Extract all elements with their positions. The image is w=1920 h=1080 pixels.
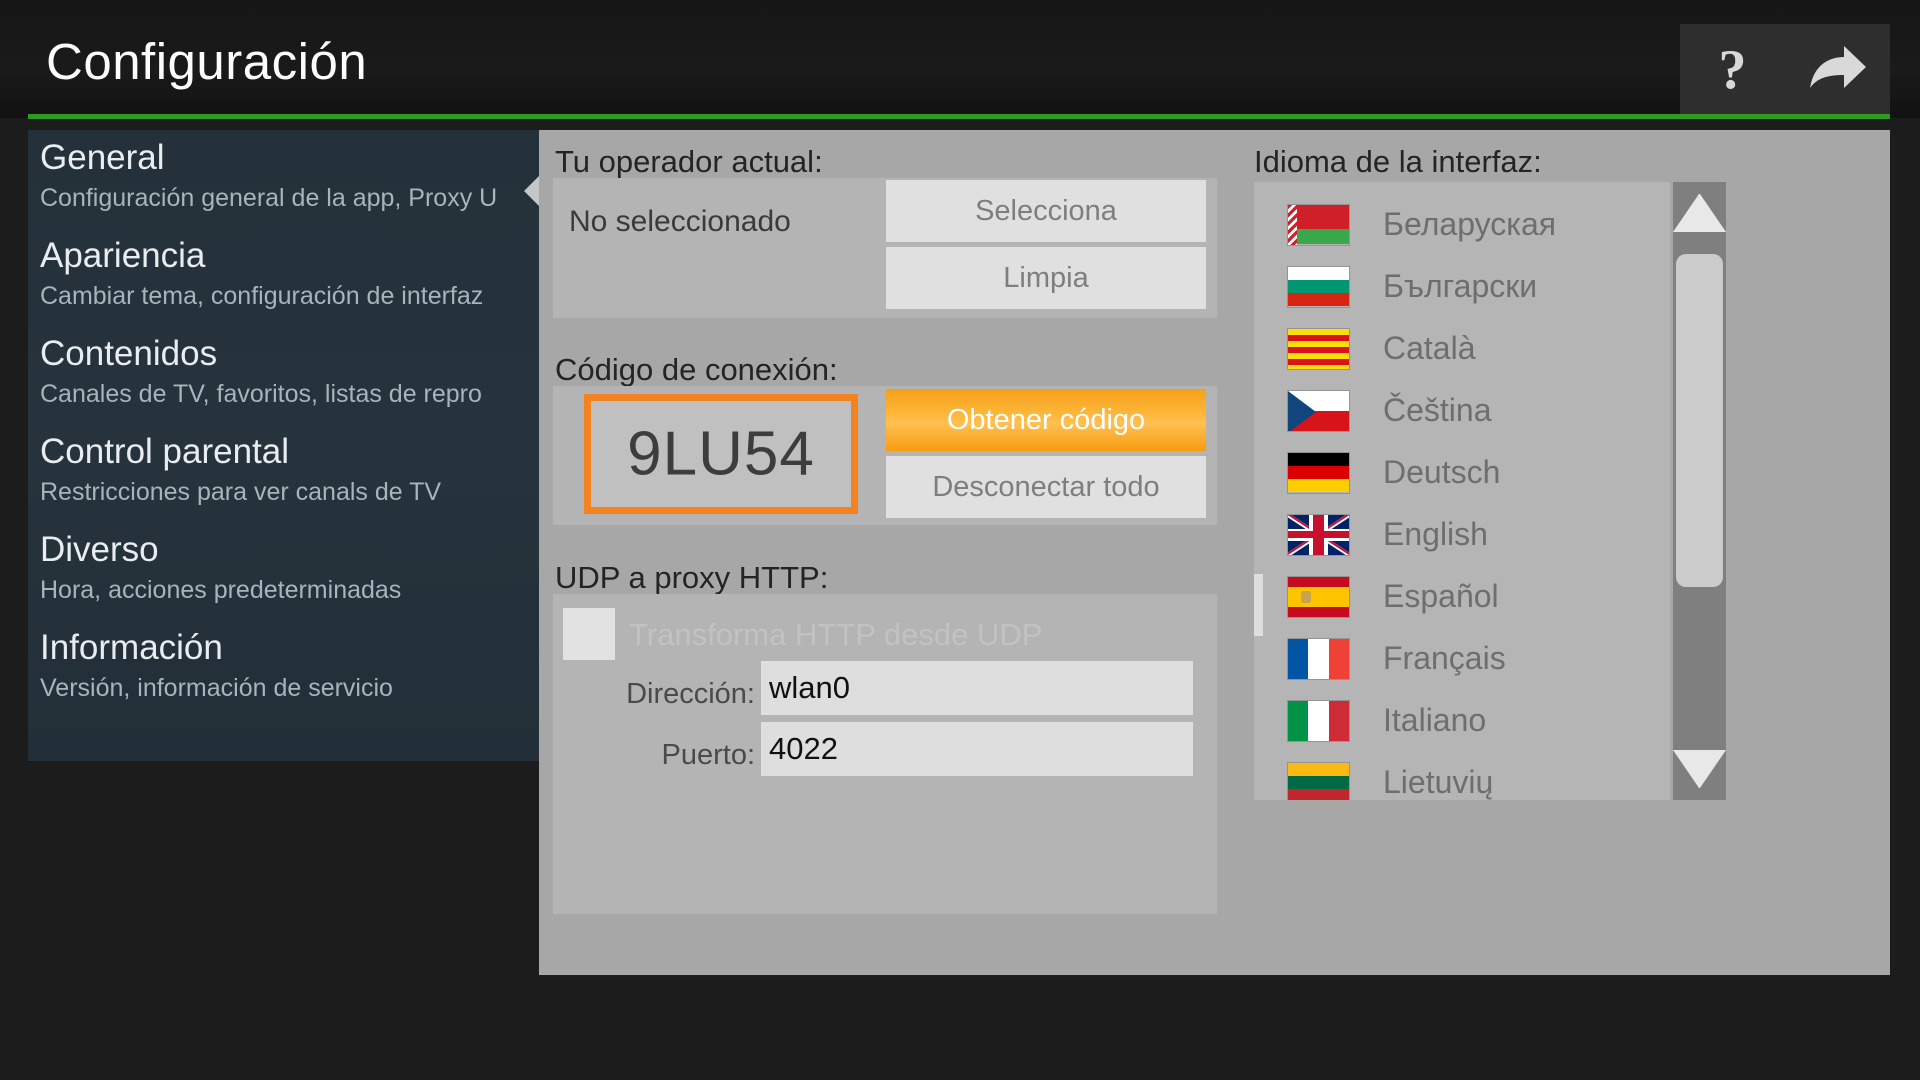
sidebar-item-title: Contenidos — [40, 334, 218, 373]
flag-france-icon — [1287, 637, 1350, 680]
address-label: Dirección: — [626, 678, 755, 710]
language-name: Español — [1383, 578, 1499, 614]
language-name: Deutsch — [1383, 454, 1501, 490]
settings-screen: Configuración ? General Configuración ge… — [0, 0, 1920, 1080]
sidebar-item-title: General — [40, 138, 165, 177]
language-selection-marker — [1254, 574, 1263, 636]
language-section-label: Idioma de la interfaz: — [1254, 144, 1542, 179]
sidebar-item-subtitle: Cambiar tema, configuración de interfaz — [40, 282, 484, 310]
title-bar: Configuración ? — [0, 0, 1920, 118]
flag-czechia-icon — [1287, 389, 1350, 432]
sidebar-item-title: Control parental — [40, 432, 290, 471]
flag-germany-icon — [1287, 451, 1350, 494]
title-bar-actions: ? — [1680, 24, 1890, 116]
language-name: Български — [1383, 268, 1538, 304]
sidebar-item-subtitle: Versión, información de servicio — [40, 674, 393, 702]
language-item-de[interactable]: Deutsch — [1254, 442, 1670, 503]
language-name: Català — [1383, 330, 1476, 366]
triangle-down-icon[interactable] — [1673, 750, 1726, 788]
question-mark-icon: ? — [1718, 39, 1747, 101]
language-name: Беларуская — [1383, 206, 1557, 242]
language-name: Čeština — [1383, 392, 1492, 428]
sidebar-item-subtitle: Canales de TV, favoritos, listas de repr… — [40, 380, 482, 408]
operator-value: No seleccionado — [569, 205, 791, 238]
sidebar-item-contenidos[interactable]: Contenidos Canales de TV, favoritos, lis… — [40, 334, 550, 409]
sidebar-item-apariencia[interactable]: Apariencia Cambiar tema, configuración d… — [40, 236, 550, 311]
flag-italy-icon — [1287, 699, 1350, 742]
sidebar-item-title: Información — [40, 628, 223, 667]
sidebar-item-title: Diverso — [40, 530, 159, 569]
language-item-ca[interactable]: Català — [1254, 318, 1670, 379]
language-list[interactable]: Беларуская Български Català Čeština Deut… — [1254, 182, 1670, 800]
language-item-fr[interactable]: Français — [1254, 628, 1670, 689]
help-button[interactable]: ? — [1688, 24, 1778, 116]
udp-transform-checkbox[interactable] — [563, 608, 615, 660]
operator-clear-button[interactable]: Limpia — [886, 247, 1206, 309]
sidebar-item-general[interactable]: General Configuración general de la app,… — [40, 138, 550, 213]
sidebar-item-diverso[interactable]: Diverso Hora, acciones predeterminadas — [40, 530, 550, 605]
language-item-it[interactable]: Italiano — [1254, 690, 1670, 751]
sidebar-item-subtitle: Configuración general de la app, Proxy U — [40, 184, 498, 212]
language-item-lt[interactable]: Lietuvių — [1254, 752, 1670, 800]
flag-catalonia-icon — [1287, 327, 1350, 370]
address-input[interactable]: wlan0 — [761, 661, 1193, 715]
sidebar-item-subtitle: Hora, acciones predeterminadas — [40, 576, 402, 604]
language-item-cs[interactable]: Čeština — [1254, 380, 1670, 441]
scrollbar-thumb[interactable] — [1676, 254, 1723, 587]
port-label: Puerto: — [661, 739, 756, 771]
exit-button[interactable] — [1793, 24, 1883, 116]
language-name: Italiano — [1383, 702, 1487, 738]
language-name: Français — [1383, 640, 1506, 676]
flag-spain-icon — [1287, 575, 1350, 618]
triangle-up-icon[interactable] — [1673, 194, 1726, 232]
language-name: Lietuvių — [1383, 764, 1494, 800]
accent-divider — [28, 114, 1890, 119]
language-item-be[interactable]: Беларуская — [1254, 194, 1670, 255]
operator-select-button[interactable]: Selecciona — [886, 180, 1206, 242]
flag-belarus-icon — [1287, 203, 1350, 246]
page-title: Configuración — [46, 33, 368, 90]
settings-sidebar[interactable]: General Configuración general de la app,… — [28, 130, 550, 761]
operator-section-label: Tu operador actual: — [555, 144, 823, 179]
flag-bulgaria-icon — [1287, 265, 1350, 308]
share-arrow-icon — [1809, 46, 1866, 88]
language-name: English — [1383, 516, 1488, 552]
sidebar-item-title: Apariencia — [40, 236, 206, 275]
connection-section-label: Código de conexión: — [555, 352, 838, 387]
language-scrollbar[interactable] — [1673, 182, 1726, 800]
udp-proxy-section-label: UDP a proxy HTTP: — [555, 560, 829, 595]
udp-transform-label: Transforma HTTP desde UDP — [629, 617, 1043, 652]
connection-code-value: 9LU54 — [627, 419, 815, 489]
sidebar-item-informacion[interactable]: Información Versión, información de serv… — [40, 628, 550, 703]
disconnect-all-button[interactable]: Desconectar todo — [886, 456, 1206, 518]
language-item-es[interactable]: Español — [1254, 566, 1670, 627]
get-code-button[interactable]: Obtener código — [886, 389, 1206, 451]
language-item-en[interactable]: English — [1254, 504, 1670, 565]
flag-lithuania-icon — [1287, 761, 1350, 800]
flag-united-kingdom-icon — [1287, 513, 1350, 556]
sidebar-item-subtitle: Restricciones para ver canals de TV — [40, 478, 442, 506]
sidebar-item-control-parental[interactable]: Control parental Restricciones para ver … — [40, 432, 550, 507]
language-item-bg[interactable]: Български — [1254, 256, 1670, 317]
connection-code-box[interactable]: 9LU54 — [584, 394, 858, 514]
port-input[interactable]: 4022 — [761, 722, 1193, 776]
